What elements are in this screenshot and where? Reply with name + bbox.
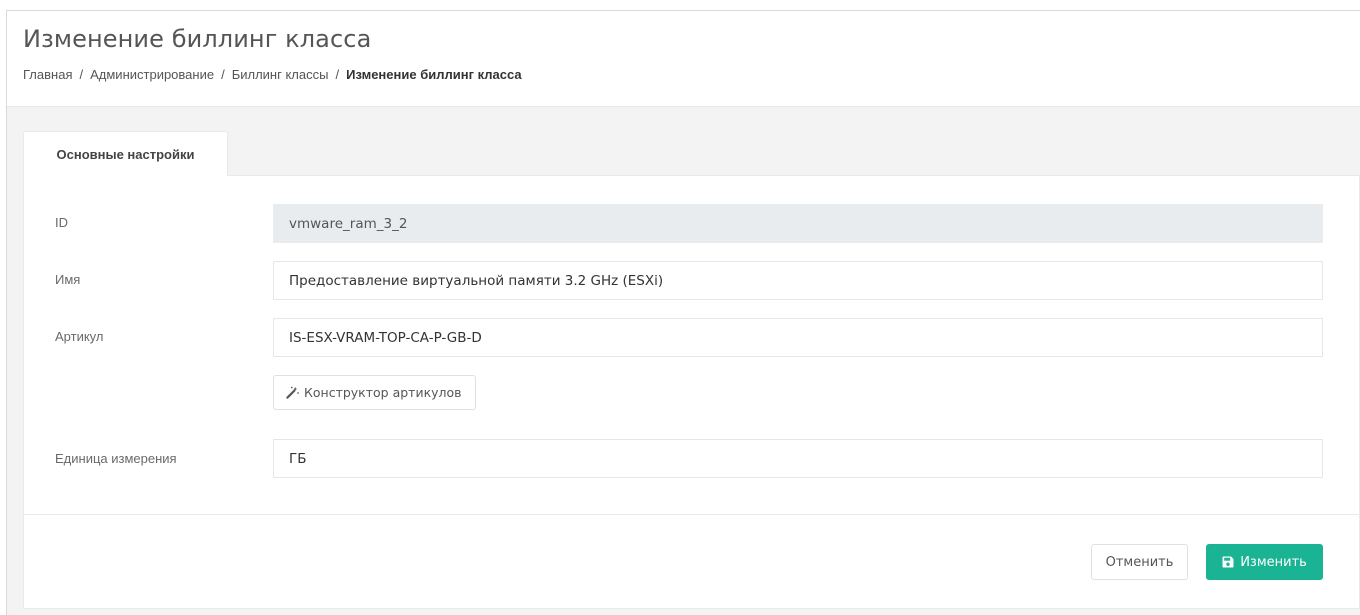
floppy-disk-icon [1222, 556, 1234, 568]
unit-value: ГБ [289, 450, 307, 467]
breadcrumb-billing-classes[interactable]: Биллинг классы [232, 67, 329, 82]
name-value: Предоставление виртуальной памяти 3.2 GH… [289, 272, 664, 289]
id-label: ID [55, 215, 68, 230]
article-builder-label: Конструктор артикулов [304, 385, 462, 400]
breadcrumb-separator: / [79, 67, 84, 82]
cancel-button[interactable]: Отменить [1091, 544, 1188, 580]
save-button-label: Изменить [1240, 554, 1307, 570]
breadcrumb-current: Изменение биллинг класса [346, 67, 522, 82]
id-value: vmware_ram_3_2 [289, 215, 408, 232]
tab-label: Основные настройки [56, 146, 195, 162]
name-field[interactable]: Предоставление виртуальной памяти 3.2 GH… [273, 261, 1323, 300]
tab-panel-main-settings: ID vmware_ram_3_2 Имя Предоставление вир… [23, 175, 1360, 609]
breadcrumb: Главная / Администрирование / Биллинг кл… [23, 67, 522, 82]
tab-main-settings[interactable]: Основные настройки [23, 131, 228, 176]
breadcrumb-administration[interactable]: Администрирование [90, 67, 214, 82]
page-title: Изменение биллинг класса [23, 25, 372, 53]
page-frame: Изменение биллинг класса Главная / Админ… [6, 10, 1360, 615]
article-builder-button[interactable]: Конструктор артикулов [273, 375, 476, 410]
name-label: Имя [55, 272, 81, 287]
breadcrumb-home[interactable]: Главная [23, 67, 72, 82]
breadcrumb-separator: / [221, 67, 225, 82]
save-button[interactable]: Изменить [1206, 544, 1323, 580]
magic-wand-icon [286, 386, 299, 399]
unit-label: Единица измерения [55, 451, 177, 466]
breadcrumb-separator: / [335, 67, 340, 82]
article-value: IS-ESX-VRAM-TOP-CA-P-GB-D [289, 329, 482, 346]
form-divider [24, 514, 1359, 515]
article-label: Артикул [55, 329, 104, 344]
page-header: Изменение биллинг класса Главная / Админ… [7, 11, 1360, 107]
unit-field[interactable]: ГБ [273, 439, 1323, 478]
article-field[interactable]: IS-ESX-VRAM-TOP-CA-P-GB-D [273, 318, 1323, 357]
cancel-button-label: Отменить [1105, 554, 1174, 570]
id-field: vmware_ram_3_2 [273, 204, 1323, 243]
